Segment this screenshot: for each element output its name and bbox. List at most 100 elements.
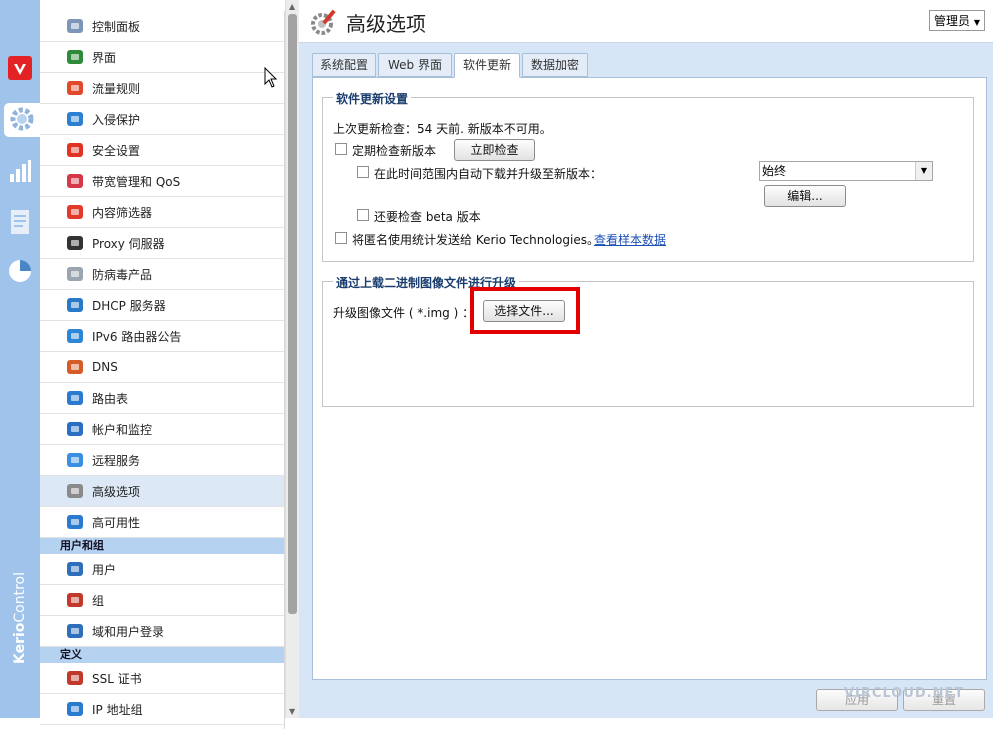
stop-hand-icon <box>67 143 83 157</box>
sidebar-item-high-availability[interactable]: 高可用性 <box>40 507 284 538</box>
logs-document-icon[interactable] <box>5 207 35 237</box>
sidebar-item-stop-hand[interactable]: 安全设置 <box>40 135 284 166</box>
sidebar-item-label: 帐户和监控 <box>92 422 153 437</box>
sidebar-item-funnel[interactable]: 内容筛选器 <box>40 197 284 228</box>
beta-check-label: 还要检查 beta 版本 <box>374 210 481 224</box>
periodic-check-checkbox[interactable] <box>335 143 347 155</box>
highlight-annotation <box>470 287 580 334</box>
update-settings-legend: 软件更新设置 <box>333 90 412 107</box>
sidebar-item-label: 带宽管理和 QoS <box>92 174 181 189</box>
sidebar-item-label: SSL 证书 <box>92 671 142 686</box>
kerio-shield-icon[interactable] <box>5 53 35 83</box>
sidebar-item-routing[interactable]: 路由表 <box>40 383 284 414</box>
ipv6-icon <box>67 329 83 343</box>
sidebar-item-dashboard[interactable]: 控制面板 <box>40 11 284 42</box>
page-header: 高级选项 管理员 ▼ <box>299 0 993 43</box>
auto-download-label: 在此时间范围内自动下载并升级至新版本： <box>374 167 603 181</box>
sidebar-item-label: DNS <box>92 360 118 374</box>
routing-icon <box>67 391 83 405</box>
main-content: 高级选项 管理员 ▼ 系统配置 Web 界面 软件更新 数据加密 软件更新设置 … <box>299 0 993 718</box>
sidebar-item-domain-login[interactable]: 域和用户登录 <box>40 616 284 647</box>
ip-group-icon <box>67 702 83 716</box>
tab-panel: 软件更新设置 上次更新检查：54 天前. 新版本不可用。 定期检查新版本 立即检… <box>312 77 987 680</box>
high-availability-icon <box>67 515 83 529</box>
anon-stats-checkbox[interactable] <box>335 232 347 244</box>
time-range-select[interactable]: 始终 ▼ <box>759 161 933 181</box>
advanced-gear-icon <box>67 484 83 498</box>
tab-web-interface[interactable]: Web 界面 <box>378 53 452 77</box>
sidebar-item-user[interactable]: 用户 <box>40 554 284 585</box>
sidebar-scrollbar[interactable]: ▲ ▼ <box>285 0 299 718</box>
auto-download-checkbox[interactable] <box>357 166 369 178</box>
sidebar-item-label: 防病毒产品 <box>92 267 153 282</box>
section-header-definitions: 定义 <box>40 647 284 663</box>
sidebar-item-label: 控制面板 <box>92 19 141 34</box>
sidebar-item-syringe[interactable]: 防病毒产品 <box>40 259 284 290</box>
certificate-icon <box>67 671 83 685</box>
sidebar-item-certificate[interactable]: SSL 证书 <box>40 663 284 694</box>
tab-software-update[interactable]: 软件更新 <box>454 53 520 78</box>
dns-icon <box>67 360 83 374</box>
sidebar-item-ipv6[interactable]: IPv6 路由器公告 <box>40 321 284 352</box>
sidebar-item-dns[interactable]: DNS <box>40 352 284 383</box>
chevron-down-icon: ▼ <box>973 18 980 27</box>
accounting-icon <box>67 422 83 436</box>
admin-menu-button[interactable]: 管理员 ▼ <box>929 10 985 31</box>
syringe-icon <box>67 267 83 281</box>
statistics-bars-icon[interactable] <box>5 156 35 186</box>
advanced-options-icon <box>311 9 336 35</box>
upgrade-image-label: 升级图像文件 ( *.img ) ： <box>333 306 475 320</box>
scroll-down-icon[interactable]: ▼ <box>289 707 295 716</box>
sidebar-item-label: 组 <box>92 593 105 608</box>
sidebar-item-label: DHCP 服务器 <box>92 298 166 313</box>
beta-check-checkbox[interactable] <box>357 209 369 221</box>
sidebar-item-bandwidth[interactable]: 带宽管理和 QoS <box>40 166 284 197</box>
tab-system-config[interactable]: 系统配置 <box>312 53 376 77</box>
sidebar-item-proxy[interactable]: Proxy 伺服器 <box>40 228 284 259</box>
sidebar-nav: 控制面板界面流量规则入侵保护安全设置带宽管理和 QoS 内容筛选器 Proxy 伺服… <box>40 11 285 729</box>
sidebar-item-label: 安全设置 <box>92 143 141 158</box>
sidebar-item-shield[interactable]: 入侵保护 <box>40 104 284 135</box>
view-sample-data-link[interactable]: 查看样本数据 <box>594 231 666 248</box>
mouse-cursor-icon <box>264 67 278 88</box>
last-check-status: 上次更新检查：54 天前. 新版本不可用。 <box>333 122 552 136</box>
scroll-up-icon[interactable]: ▲ <box>289 2 295 11</box>
sidebar-item-traffic-rules[interactable]: 流量规则 <box>40 73 284 104</box>
sidebar-item-group[interactable]: 组 <box>40 585 284 616</box>
bandwidth-icon <box>67 174 83 188</box>
status-pie-icon[interactable] <box>5 256 35 286</box>
sidebar-item-label: 高可用性 <box>92 515 141 530</box>
dhcp-icon <box>67 298 83 312</box>
anon-stats-label: 将匿名使用统计发送给 Kerio Technologies。 <box>352 233 599 247</box>
sidebar-item-interfaces[interactable]: 界面 <box>40 42 284 73</box>
domain-login-icon <box>67 624 83 638</box>
edit-time-range-button[interactable]: 编辑... <box>764 185 846 207</box>
chevron-down-icon: ▼ <box>915 162 932 180</box>
sidebar-item-label: 远程服务 <box>92 453 141 468</box>
sidebar-item-ip-group[interactable]: IP 地址组 <box>40 694 284 725</box>
sidebar-item-label: 入侵保护 <box>92 112 141 127</box>
settings-gear-icon[interactable] <box>7 104 37 134</box>
sidebar-item-dhcp[interactable]: DHCP 服务器 <box>40 290 284 321</box>
sidebar-item-label: 流量规则 <box>92 81 141 96</box>
upload-image-group: 通过上载二进制图像文件进行升级 升级图像文件 ( *.img ) ： 选择文件.… <box>322 274 974 407</box>
section-header-users: 用户和组 <box>40 538 284 554</box>
sidebar-item-label: 用户 <box>92 562 117 577</box>
sidebar-item-label: 界面 <box>92 50 117 65</box>
traffic-rules-icon <box>67 81 83 95</box>
sidebar-item-label: 内容筛选器 <box>92 205 153 220</box>
check-now-button[interactable]: 立即检查 <box>454 139 535 161</box>
watermark: VIRCLOUD.NET <box>844 686 965 701</box>
sidebar-item-accounting[interactable]: 帐户和监控 <box>40 414 284 445</box>
sidebar-item-advanced-gear[interactable]: 高级选项 <box>40 476 284 507</box>
cloud-icon <box>67 453 83 467</box>
scrollbar-thumb[interactable] <box>288 14 297 614</box>
update-settings-group: 软件更新设置 上次更新检查：54 天前. 新版本不可用。 定期检查新版本 立即检… <box>322 90 974 262</box>
proxy-icon <box>67 236 83 250</box>
app-rail: KerioControl <box>0 0 40 718</box>
sidebar-item-label: 高级选项 <box>92 484 141 499</box>
brand-logo: KerioControl <box>12 571 28 665</box>
tab-data-encryption[interactable]: 数据加密 <box>522 53 588 77</box>
sidebar-item-cloud[interactable]: 远程服务 <box>40 445 284 476</box>
group-icon <box>67 593 83 607</box>
